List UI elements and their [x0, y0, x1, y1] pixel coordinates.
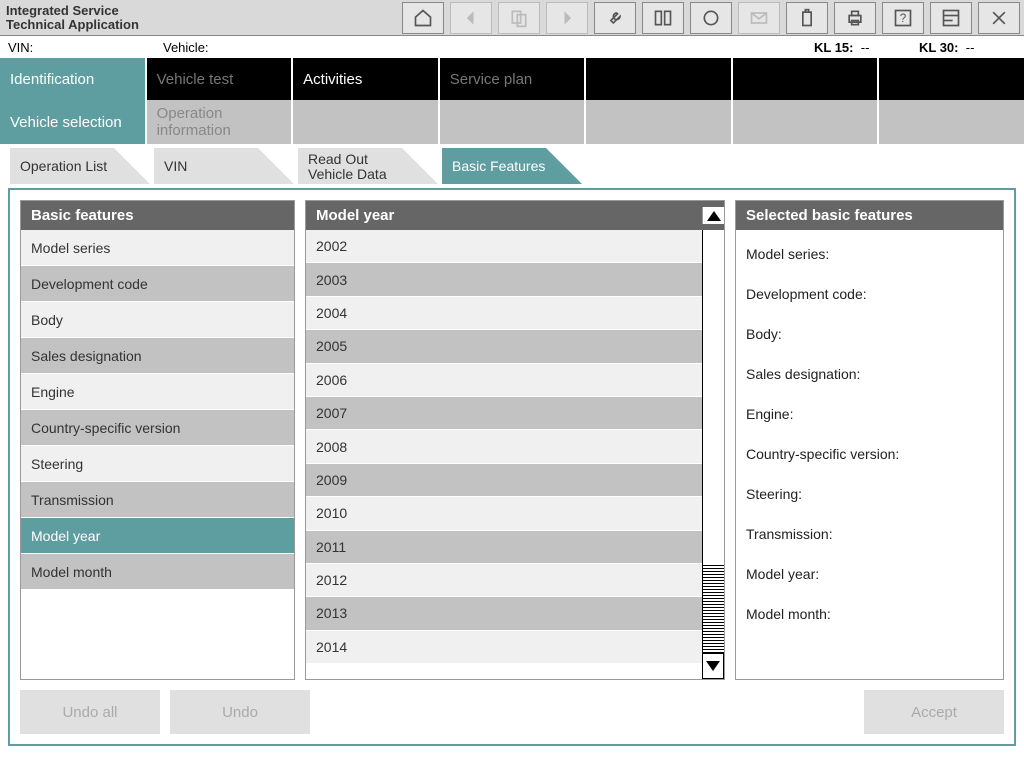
compare-icon[interactable]	[642, 2, 684, 34]
topbar: Integrated Service Technical Application…	[0, 0, 1024, 36]
selected-row: Engine:	[746, 394, 993, 434]
selected-row: Model year:	[746, 554, 993, 594]
scroll-track[interactable]	[702, 230, 724, 653]
feature-row[interactable]: Model month	[21, 554, 294, 590]
selected-row: Steering:	[746, 474, 993, 514]
year-row[interactable]: 2007	[306, 397, 702, 430]
selected-row: Body:	[746, 314, 993, 354]
sub-nav: Vehicle selectionOperation information	[0, 100, 1024, 144]
selected-row: Model series:	[746, 234, 993, 274]
crumb-2[interactable]: Read Out Vehicle Data	[298, 148, 438, 184]
feature-row[interactable]: Development code	[21, 266, 294, 302]
mainnav-tab-4	[586, 58, 733, 100]
year-row[interactable]: 2002	[306, 230, 702, 263]
mail-icon[interactable]	[738, 2, 780, 34]
feature-row[interactable]: Country-specific version	[21, 410, 294, 446]
scroll-down-icon[interactable]	[702, 653, 724, 679]
kl15: KL 15: --	[814, 40, 919, 55]
scrollbar[interactable]	[702, 230, 724, 679]
subnav-tab-1[interactable]: Operation information	[147, 100, 294, 144]
help-icon[interactable]: ?	[882, 2, 924, 34]
year-row[interactable]: 2005	[306, 330, 702, 363]
subnav-tab-2	[293, 100, 440, 144]
main-nav: IdentificationVehicle testActivitiesServ…	[0, 58, 1024, 100]
vehicle-label: Vehicle:	[155, 40, 814, 55]
battery-icon[interactable]	[786, 2, 828, 34]
year-row[interactable]: 2008	[306, 430, 702, 463]
year-row[interactable]: 2012	[306, 564, 702, 597]
year-row[interactable]: 2010	[306, 497, 702, 530]
year-row[interactable]: 2009	[306, 464, 702, 497]
accept-button[interactable]: Accept	[864, 690, 1004, 734]
undo-all-button[interactable]: Undo all	[20, 690, 160, 734]
model-year-panel: Model year 20022003200420052006200720082…	[305, 200, 725, 680]
kl30: KL 30: --	[919, 40, 1024, 55]
subnav-tab-3	[440, 100, 587, 144]
feature-row[interactable]: Model series	[21, 230, 294, 266]
selected-features-panel: Selected basic features Model series:Dev…	[735, 200, 1004, 680]
selected-row: Country-specific version:	[746, 434, 993, 474]
app-title: Integrated Service Technical Application	[0, 2, 185, 33]
subnav-tab-6	[879, 100, 1024, 144]
feature-row[interactable]: Model year	[21, 518, 294, 554]
crumb-0[interactable]: Operation List	[10, 148, 150, 184]
subnav-tab-0[interactable]: Vehicle selection	[0, 100, 147, 144]
mainnav-tab-5	[733, 58, 880, 100]
home-icon[interactable]	[402, 2, 444, 34]
scroll-up-icon[interactable]	[702, 207, 724, 224]
content-area: Basic features Model seriesDevelopment c…	[8, 188, 1016, 746]
toolbar: ?	[396, 2, 1024, 34]
subnav-tab-5	[733, 100, 880, 144]
basic-features-panel: Basic features Model seriesDevelopment c…	[20, 200, 295, 680]
selected-row: Transmission:	[746, 514, 993, 554]
close-icon[interactable]	[978, 2, 1020, 34]
back-icon[interactable]	[450, 2, 492, 34]
pill-icon[interactable]	[690, 2, 732, 34]
selected-features-header: Selected basic features	[736, 201, 1003, 230]
year-row[interactable]: 2014	[306, 631, 702, 664]
wrench-icon[interactable]	[594, 2, 636, 34]
selected-row: Development code:	[746, 274, 993, 314]
feature-row[interactable]: Sales designation	[21, 338, 294, 374]
subnav-tab-4	[586, 100, 733, 144]
year-row[interactable]: 2011	[306, 531, 702, 564]
layout-icon[interactable]	[930, 2, 972, 34]
model-year-header: Model year	[306, 201, 724, 230]
feature-row[interactable]: Engine	[21, 374, 294, 410]
feature-row[interactable]: Steering	[21, 446, 294, 482]
info-row: VIN: Vehicle: KL 15: -- KL 30: --	[0, 36, 1024, 58]
mainnav-tab-0[interactable]: Identification	[0, 58, 147, 100]
print-icon[interactable]	[834, 2, 876, 34]
crumb-row: Operation ListVINRead Out Vehicle DataBa…	[0, 144, 1024, 188]
selected-row: Sales designation:	[746, 354, 993, 394]
footer-buttons: Undo all Undo Accept	[20, 690, 1004, 734]
mainnav-tab-3[interactable]: Service plan	[440, 58, 587, 100]
year-row[interactable]: 2004	[306, 297, 702, 330]
year-row[interactable]: 2006	[306, 364, 702, 397]
scroll-thumb[interactable]	[703, 563, 724, 653]
feature-row[interactable]: Transmission	[21, 482, 294, 518]
basic-features-header: Basic features	[21, 201, 294, 230]
model-year-header-label: Model year	[316, 207, 394, 224]
mainnav-tab-2[interactable]: Activities	[293, 58, 440, 100]
crumb-3[interactable]: Basic Features	[442, 148, 582, 184]
mainnav-tab-1[interactable]: Vehicle test	[147, 58, 294, 100]
feature-row[interactable]: Body	[21, 302, 294, 338]
undo-button[interactable]: Undo	[170, 690, 310, 734]
copy-icon[interactable]	[498, 2, 540, 34]
selected-row: Model month:	[746, 594, 993, 634]
year-row[interactable]: 2003	[306, 263, 702, 296]
mainnav-tab-6	[879, 58, 1024, 100]
crumb-1[interactable]: VIN	[154, 148, 294, 184]
year-row[interactable]: 2013	[306, 597, 702, 630]
svg-text:?: ?	[900, 12, 907, 25]
forward-icon[interactable]	[546, 2, 588, 34]
vin-label: VIN:	[0, 40, 155, 55]
